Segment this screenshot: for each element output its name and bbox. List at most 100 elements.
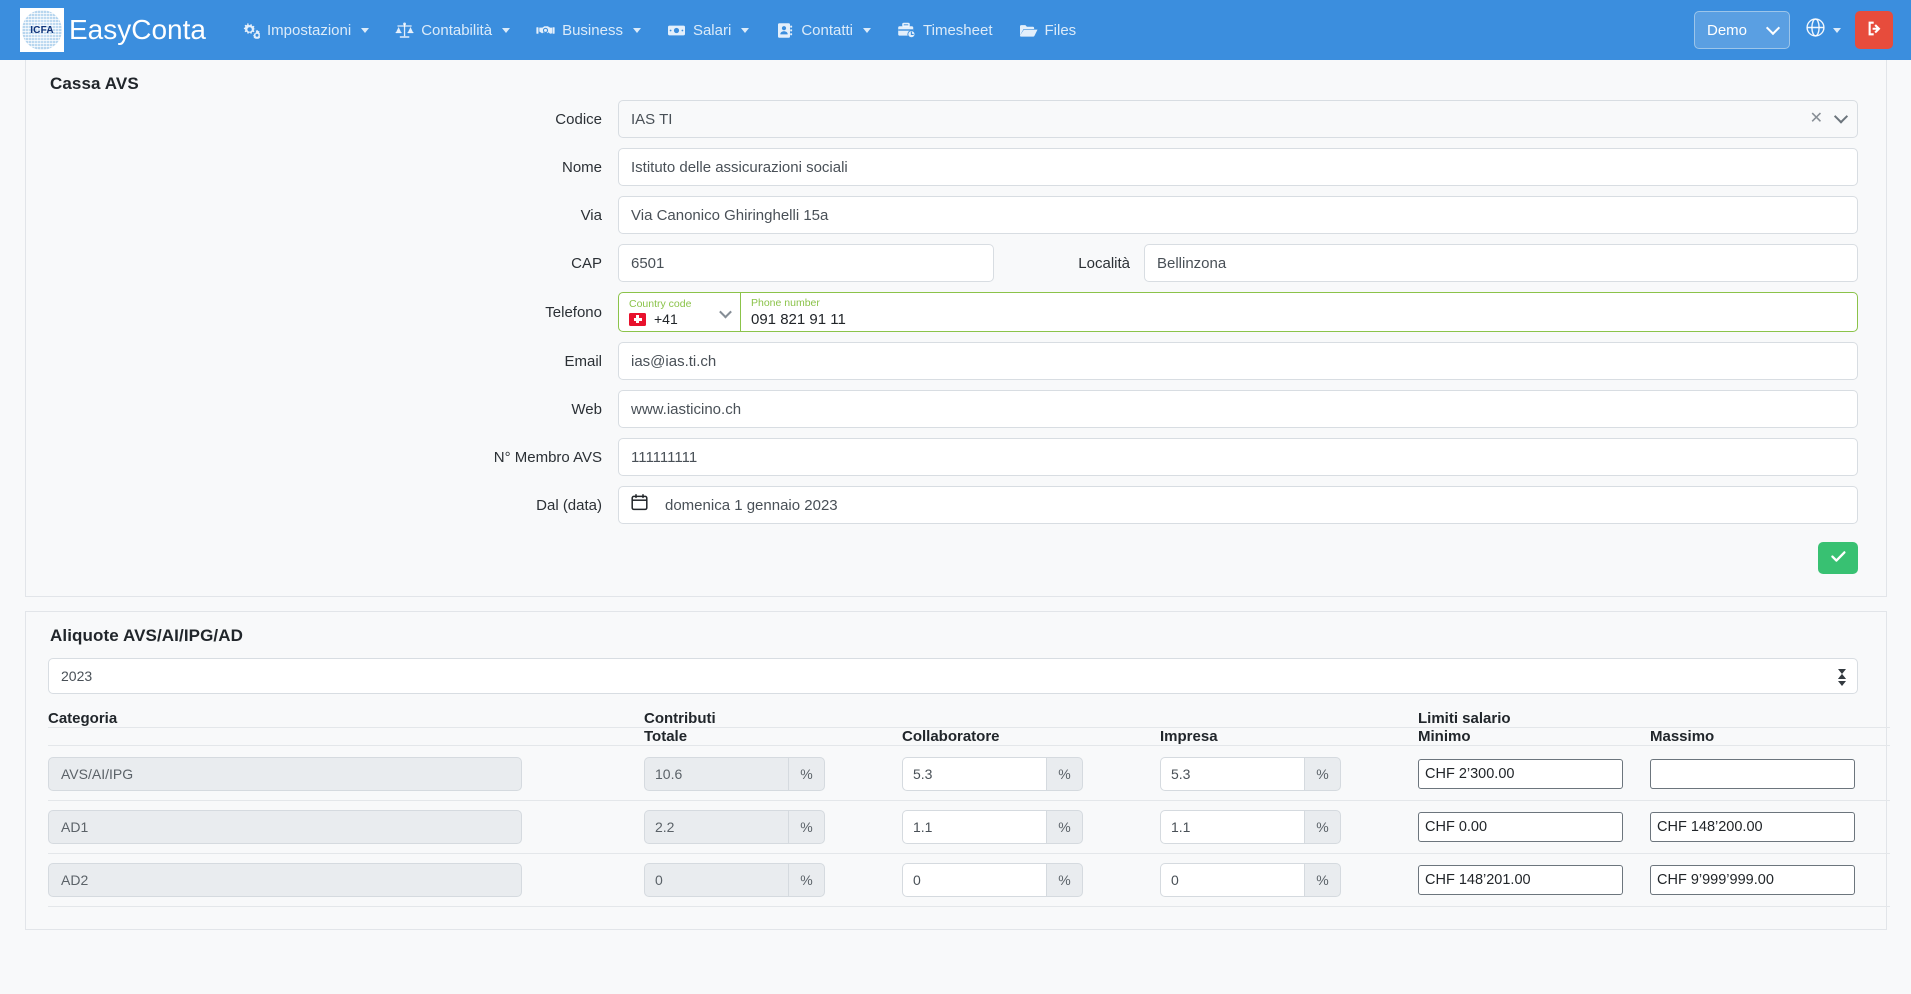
cell-massimo <box>1650 745 1890 801</box>
cell-collaboratore: % <box>902 800 1160 854</box>
header-contributi: Contributi <box>644 710 902 728</box>
via-input[interactable] <box>618 196 1858 234</box>
nav-item-impostazioni[interactable]: Impostazioni <box>228 14 382 47</box>
form-row-nome: Nome <box>48 148 1858 186</box>
company-select-wrapper[interactable]: Demo <box>1694 11 1790 49</box>
massimo-input[interactable] <box>1650 865 1855 895</box>
collaboratore-input[interactable] <box>902 757 1046 791</box>
nav-item-business[interactable]: Business <box>523 14 654 47</box>
email-input[interactable] <box>618 342 1858 380</box>
label-email: Email <box>564 352 602 370</box>
logout-icon <box>1865 19 1884 41</box>
navbar-right-actions: Demo <box>1694 11 1893 49</box>
minimo-input[interactable] <box>1418 865 1623 895</box>
phone-number-label: Phone number <box>751 297 820 310</box>
label-codice: Codice <box>555 110 602 128</box>
cell-totale: % <box>644 853 902 907</box>
minimo-input[interactable] <box>1418 759 1623 789</box>
year-select[interactable]: 2023 <box>48 658 1858 694</box>
nav-label-timesheet: Timesheet <box>923 21 993 39</box>
briefcase-clock-icon <box>897 22 916 39</box>
clear-icon[interactable]: ✕ <box>1810 111 1823 127</box>
totale-input <box>644 810 788 844</box>
balance-scale-icon <box>395 22 414 39</box>
header-contributi-spacer <box>902 710 1160 728</box>
membro-avs-input[interactable] <box>618 438 1858 476</box>
year-select-wrapper[interactable]: 2023 <box>48 652 1858 694</box>
brand-logo[interactable]: ICFA EasyConta <box>20 8 206 52</box>
chevron-down-icon <box>361 27 370 33</box>
table-header-group-row: Categoria Contributi Limiti salario <box>48 710 1890 728</box>
cap-input[interactable] <box>618 244 994 282</box>
impresa-input[interactable] <box>1160 863 1304 897</box>
gears-icon <box>241 22 260 39</box>
percent-suffix: % <box>1046 863 1083 897</box>
cassa-avs-card: Cassa AVS Codice IAS TI ✕ Nome Via <box>25 60 1887 597</box>
label-cap: CAP <box>571 254 602 272</box>
icfa-logo-text: ICFA <box>30 24 54 36</box>
cell-categoria <box>48 745 644 801</box>
dal-data-input[interactable] <box>618 486 1858 524</box>
nav-item-timesheet[interactable]: Timesheet <box>884 14 1005 47</box>
impresa-input[interactable] <box>1160 810 1304 844</box>
codice-select[interactable]: IAS TI ✕ <box>618 100 1858 138</box>
massimo-input[interactable] <box>1650 812 1855 842</box>
chevron-down-icon <box>502 27 511 33</box>
form-row-membro-avs: N° Membro AVS <box>48 438 1858 476</box>
nome-input[interactable] <box>618 148 1858 186</box>
collaboratore-input[interactable] <box>902 810 1046 844</box>
chevron-down-icon <box>741 27 750 33</box>
minimo-input[interactable] <box>1418 812 1623 842</box>
nav-label-salari: Salari <box>692 21 732 39</box>
codice-value: IAS TI <box>631 110 673 128</box>
cell-categoria <box>48 853 644 907</box>
web-input[interactable] <box>618 390 1858 428</box>
collaboratore-input[interactable] <box>902 863 1046 897</box>
form-row-email: Email <box>48 342 1858 380</box>
nav-label-contatti: Contatti <box>801 21 854 39</box>
categoria-input <box>48 757 522 791</box>
language-switcher[interactable] <box>1800 12 1845 48</box>
totale-input <box>644 863 788 897</box>
save-button[interactable] <box>1818 542 1858 574</box>
label-localita: Località <box>1078 254 1130 272</box>
impresa-input[interactable] <box>1160 757 1304 791</box>
swiss-flag-icon <box>629 312 646 326</box>
icfa-logo: ICFA <box>20 8 64 52</box>
totale-input <box>644 757 788 791</box>
form-row-cap-localita: CAP Località <box>48 244 1858 282</box>
company-select[interactable]: Demo <box>1694 11 1790 49</box>
form-row-codice: Codice IAS TI ✕ <box>48 100 1858 138</box>
cassa-avs-title: Cassa AVS <box>50 74 139 93</box>
cell-impresa: % <box>1160 800 1418 854</box>
label-dal-data: Dal (data) <box>536 496 602 514</box>
subheader-impresa: Impresa <box>1160 727 1418 746</box>
nav-item-salari[interactable]: Salari <box>654 14 762 47</box>
cell-totale: % <box>644 800 902 854</box>
phone-number-field[interactable]: Phone number 091 821 91 11 <box>741 293 1857 331</box>
money-bill-icon <box>667 22 686 39</box>
logout-button[interactable] <box>1855 11 1893 49</box>
country-code-select[interactable]: Country code +41 <box>619 293 741 331</box>
massimo-input[interactable] <box>1650 759 1855 789</box>
brand-name: EasyConta <box>69 14 206 45</box>
aliquote-table-body: % % % <box>48 745 1890 907</box>
page-body: Cassa AVS Codice IAS TI ✕ Nome Via <box>0 60 1911 994</box>
nav-item-contatti[interactable]: Contatti <box>762 14 884 47</box>
localita-input[interactable] <box>1144 244 1858 282</box>
label-membro-avs: N° Membro AVS <box>493 448 602 466</box>
handshake-icon <box>536 22 555 39</box>
nav-label-business: Business <box>562 21 623 39</box>
form-row-via: Via <box>48 196 1858 234</box>
form-row-telefono: Telefono Country code +41 Phone number 0… <box>48 292 1858 332</box>
save-row <box>48 542 1858 574</box>
nav-item-files[interactable]: Files <box>1006 14 1090 47</box>
chevron-down-icon <box>1833 109 1849 124</box>
categoria-input <box>48 810 522 844</box>
table-row: % % % <box>48 745 1890 801</box>
check-icon <box>1830 549 1847 567</box>
globe-logo-icon: ICFA <box>22 10 62 50</box>
aliquote-card: Aliquote AVS/AI/IPG/AD 2023 Categoria Co… <box>25 611 1890 930</box>
percent-suffix: % <box>1304 863 1341 897</box>
nav-item-contabilita[interactable]: Contabilità <box>382 14 523 47</box>
